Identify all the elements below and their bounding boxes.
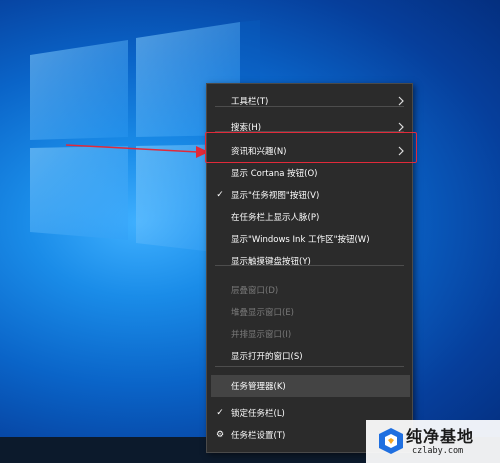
menu-item-cascade-windows: 层叠窗口(D) [207,279,412,301]
menu-item-show-people[interactable]: 在任务栏上显示人脉(P) [207,206,412,228]
menu-item-stack-windows: 堆叠显示窗口(E) [207,301,412,323]
checkmark-icon: ✓ [216,190,224,200]
menu-item-side-by-side-windows: 并排显示窗口(I) [207,323,412,345]
gear-icon: ⚙ [215,430,225,440]
menu-item-label: 并排显示窗口(I) [231,330,292,340]
menu-item-label: 锁定任务栏(L) [231,409,285,419]
menu-item-label: 显示 Cortana 按钮(O) [231,169,318,179]
menu-item-task-manager[interactable]: 任务管理器(K) [211,375,410,397]
menu-item-show-open-windows[interactable]: 显示打开的窗口(S) [207,345,412,367]
watermark: 纯净基地 czlaby.com [366,420,500,463]
menu-item-label: 在任务栏上显示人脉(P) [231,213,320,223]
menu-item-label: 层叠窗口(D) [231,286,279,296]
menu-item-show-windows-ink[interactable]: 显示"Windows Ink 工作区"按钮(W) [207,228,412,250]
watermark-logo [379,428,403,454]
menu-item-label: 显示"Windows Ink 工作区"按钮(W) [231,235,370,245]
chevron-right-icon [398,96,404,106]
checkmark-icon: ✓ [216,408,224,418]
watermark-url: czlaby.com [412,446,464,456]
menu-item-label: 任务管理器(K) [231,382,286,392]
menu-item-show-task-view[interactable]: ✓ 显示"任务视图"按钮(V) [207,184,412,206]
menu-item-label: 显示打开的窗口(S) [231,352,303,362]
menu-item-label: 工具栏(T) [231,97,269,107]
menu-item-show-cortana[interactable]: 显示 Cortana 按钮(O) [207,162,412,184]
menu-item-label: 任务栏设置(T) [231,431,286,441]
menu-item-label: 显示触摸键盘按钮(Y) [231,257,311,267]
annotation-highlight-box [205,132,417,163]
menu-item-toolbars[interactable]: 工具栏(T) [207,90,412,112]
menu-item-show-touch-keyboard[interactable]: 显示触摸键盘按钮(Y) [207,250,412,272]
menu-item-label: 堆叠显示窗口(E) [231,308,295,318]
menu-item-label: 显示"任务视图"按钮(V) [231,191,320,201]
watermark-title: 纯净基地 [406,427,475,446]
